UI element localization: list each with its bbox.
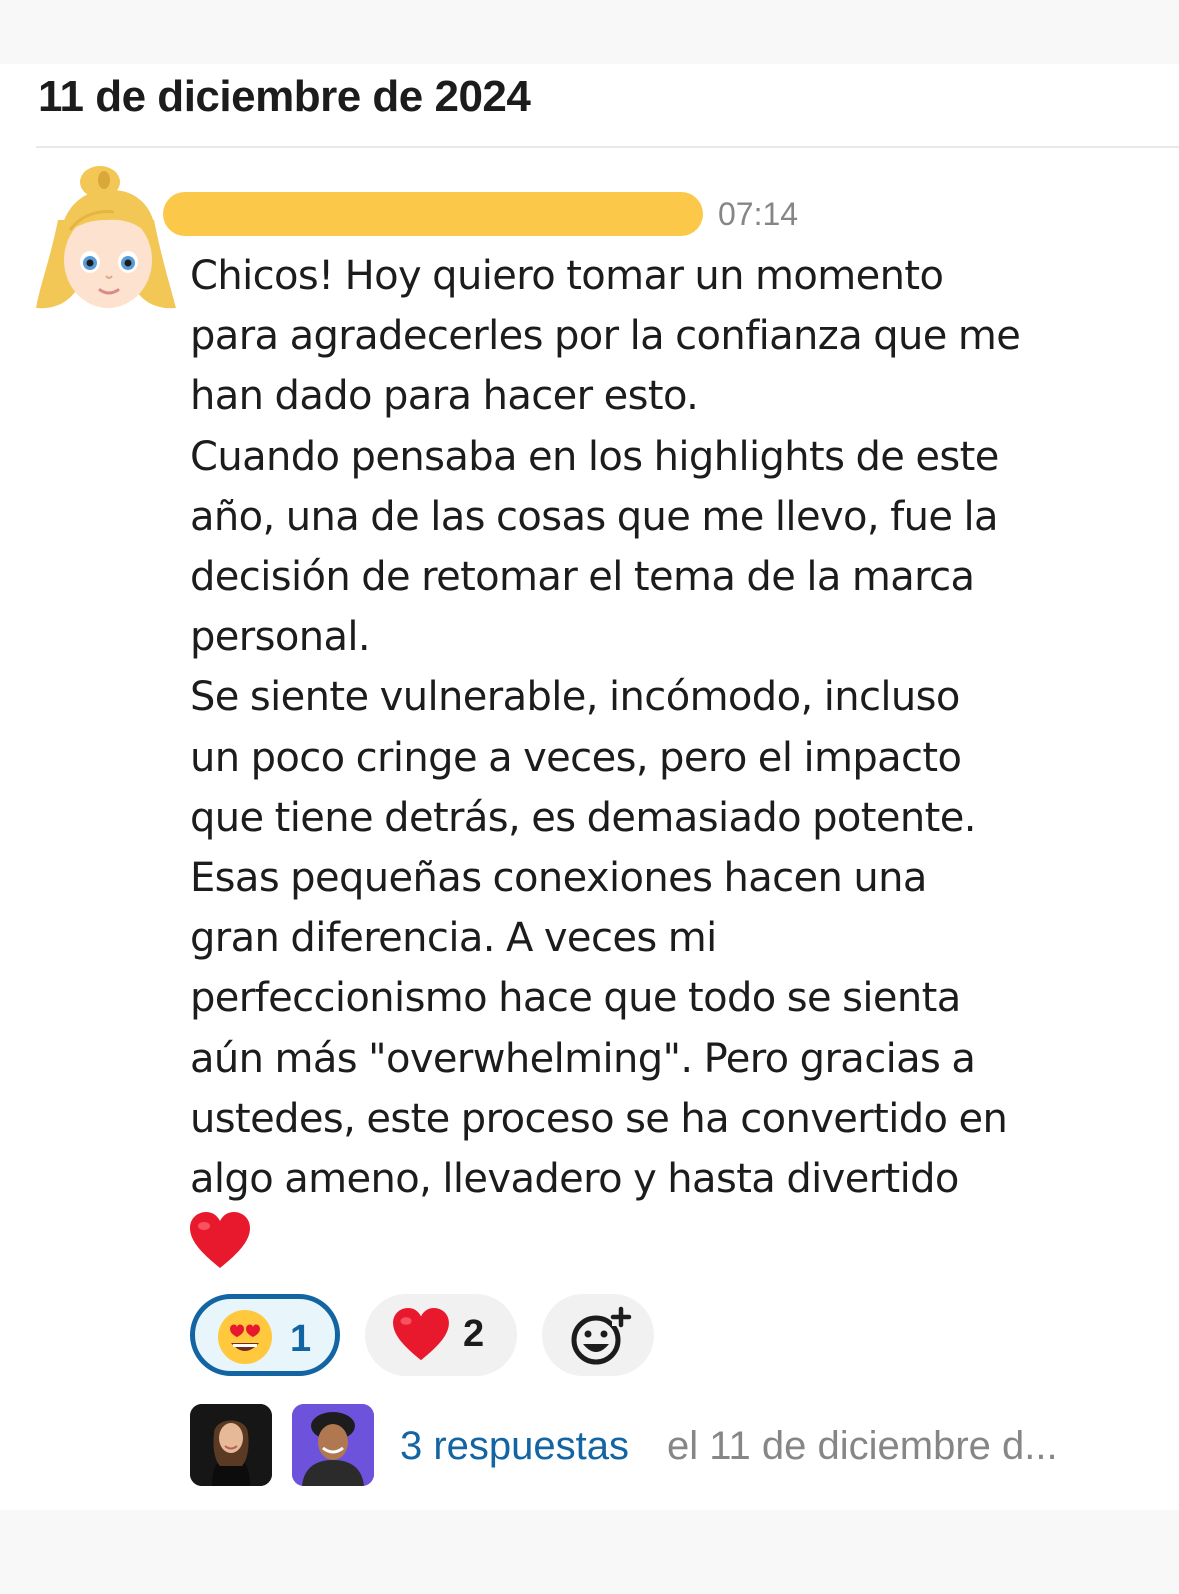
thread-replies-link[interactable]: 3 respuestas (400, 1424, 629, 1469)
message-timestamp[interactable]: 07:14 (718, 196, 798, 233)
message-line: ustedes, este proceso se ha convertido e… (190, 1095, 1008, 1142)
message-line: algo ameno, llevadero y hasta divertido (190, 1156, 959, 1203)
message-line: han dado para hacer esto. (190, 373, 699, 420)
message-line: para agradecerles por la confianza que m… (190, 313, 1021, 360)
message-line: año, una de las cosas que me llevo, fue … (190, 493, 999, 540)
message-line: gran diferencia. A veces mi (190, 915, 717, 962)
top-bar (0, 0, 1179, 64)
woman-emoji-icon (36, 166, 176, 309)
author-name-redacted[interactable] (163, 192, 703, 236)
reaction-heart-eyes[interactable]: 1 (190, 1294, 340, 1376)
message-line: Esas pequeñas conexiones hacen una (190, 855, 927, 902)
add-reaction-button[interactable] (542, 1294, 654, 1376)
message-line: Se siente vulnerable, incómodo, incluso (190, 674, 960, 721)
thread-last-reply-date: el 11 de diciembre d... (667, 1424, 1058, 1468)
message-line: aún más "overwhelming". Pero gracias a (190, 1035, 976, 1082)
bottom-bar (0, 1510, 1179, 1594)
message-line: personal. (190, 614, 371, 661)
message-line: que tiene detrás, es demasiado potente. (190, 794, 976, 841)
red-heart-emoji-icon (393, 1308, 449, 1366)
author-avatar[interactable] (30, 160, 180, 320)
divider (36, 146, 1179, 148)
message-line: un poco cringe a veces, pero el impacto (190, 734, 962, 781)
message-body: Chicos! Hoy quiero tomar un momento para… (190, 246, 1150, 1209)
reaction-red-heart[interactable]: 2 (365, 1294, 517, 1376)
heart-eyes-emoji-icon (217, 1309, 273, 1369)
thread-participant-avatar[interactable] (292, 1404, 374, 1486)
reaction-count: 2 (463, 1313, 485, 1355)
message-line: Chicos! Hoy quiero tomar un momento (190, 253, 944, 299)
day-divider-label: 11 de diciembre de 2024 (38, 72, 531, 121)
message-line: Cuando pensaba en los highlights de este (190, 433, 999, 480)
message-line: perfeccionismo hace que todo se sienta (190, 975, 961, 1022)
thread-participant-avatar[interactable] (190, 1404, 272, 1486)
add-reaction-icon (568, 1306, 632, 1370)
reaction-count: 1 (290, 1318, 312, 1360)
message-line: decisión de retomar el tema de la marca (190, 554, 975, 601)
heart-emoji (190, 1212, 250, 1270)
